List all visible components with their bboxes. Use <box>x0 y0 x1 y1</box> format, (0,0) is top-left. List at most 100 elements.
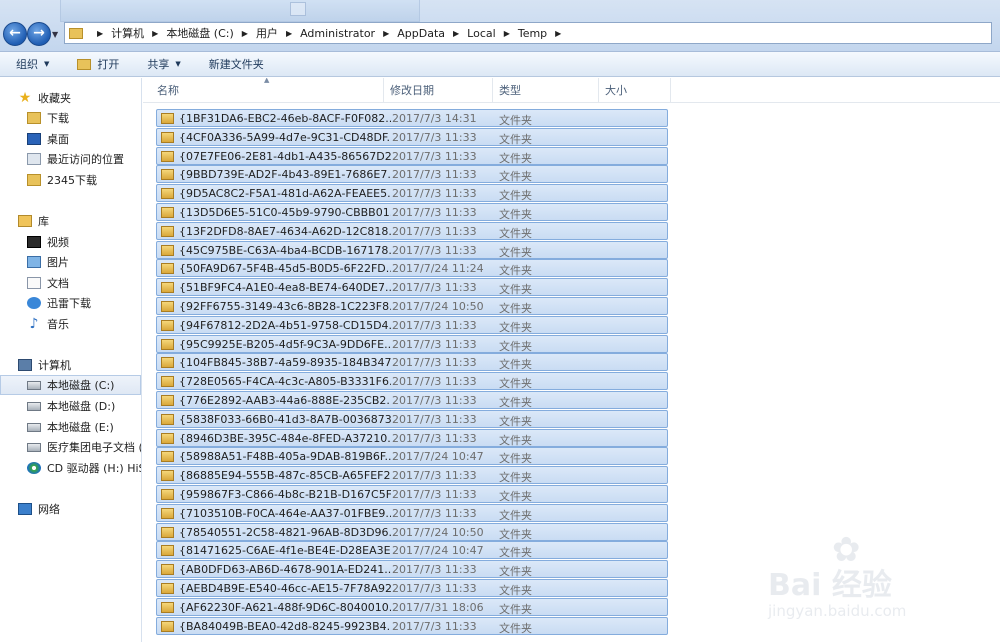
file-row[interactable]: {13D5D6E5-51C0-45b9-9790-CBBB01... 2017/7… <box>156 203 668 221</box>
thunder-icon <box>27 297 41 309</box>
file-name: {9BBD739E-AD2F-4b43-89E1-7686E7... <box>179 168 391 182</box>
folder-icon <box>161 131 174 143</box>
file-date: 2017/7/3 11:33 <box>392 243 477 257</box>
file-date: 2017/7/3 11:33 <box>392 224 477 238</box>
file-date: 2017/7/3 11:33 <box>392 469 477 483</box>
file-row[interactable]: {AEBD4B9E-E540-46cc-AE15-7F78A92... 2017/… <box>156 579 668 597</box>
breadcrumb-drive-c[interactable]: 本地磁盘 (C:) <box>166 25 233 41</box>
address-bar-region: ← → ▼ ▶ 计算机 ▶ 本地磁盘 (C:) ▶ 用户 ▶ Administr… <box>0 0 1000 52</box>
file-row[interactable]: {959867F3-C866-4b8c-B21B-D167C5F... 2017/… <box>156 485 668 503</box>
file-row[interactable]: {5838F033-66B0-41d3-8A7B-0036873... 2017/… <box>156 409 668 428</box>
file-row[interactable]: {13F2DFD8-8AE7-4634-A62D-12C818... 2017/7… <box>156 221 668 240</box>
forward-button[interactable]: → <box>27 22 51 46</box>
file-row[interactable]: {86885E94-555B-487c-85CB-A65FEF2... 2017/… <box>156 466 668 485</box>
breadcrumb-administrator[interactable]: Administrator <box>300 27 375 40</box>
chevron-right-icon[interactable]: ▶ <box>504 29 510 38</box>
file-row[interactable]: {728E0565-F4CA-4c3c-A805-B3331F6... 2017/… <box>156 372 668 391</box>
breadcrumb-computer[interactable]: 计算机 <box>111 25 144 41</box>
nav-network-drive[interactable]: 医疗集团电子文档 (I <box>27 437 141 457</box>
file-name: {959867F3-C866-4b8c-B21B-D167C5F... <box>179 488 391 501</box>
column-type[interactable]: 类型 <box>493 78 599 103</box>
library-icon <box>18 215 32 227</box>
file-row[interactable]: {94F67812-2D2A-4b51-9758-CD15D4... 2017/7… <box>156 315 668 334</box>
nav-documents[interactable]: 文档 <box>27 273 69 293</box>
breadcrumb-temp[interactable]: Temp <box>518 27 547 40</box>
file-row[interactable]: {776E2892-AAB3-44a6-888E-235CB2... 2017/7… <box>156 391 668 409</box>
nav-downloads[interactable]: 下载 <box>27 108 69 128</box>
nav-thunder-downloads[interactable]: 迅雷下载 <box>27 293 91 313</box>
chevron-right-icon[interactable]: ▶ <box>555 29 561 38</box>
file-row[interactable]: {9D5AC8C2-F5A1-481d-A62A-FEAEE5... 2017/7… <box>156 184 668 203</box>
nav-2345-downloads[interactable]: 2345下载 <box>27 170 97 190</box>
nav-music[interactable]: ♪ 音乐 <box>27 314 69 334</box>
file-row[interactable]: {4CF0A336-5A99-4d7e-9C31-CD48DF... 2017/7… <box>156 127 668 146</box>
file-row[interactable]: {58988A51-F48B-405a-9DAB-819B6F... 2017/7… <box>156 447 668 466</box>
file-row[interactable]: {104FB845-38B7-4a59-8935-184B347... 2017/… <box>156 353 668 372</box>
nav-drive-c[interactable]: 本地磁盘 (C:) <box>0 375 141 395</box>
file-date: 2017/7/31 18:06 <box>392 600 484 614</box>
open-button[interactable]: 打开 <box>61 56 131 72</box>
file-row[interactable]: {AB0DFD63-AB6D-4678-901A-ED241... 2017/7/… <box>156 560 668 579</box>
file-name: {7103510B-F0CA-464e-AA37-01FBE9... <box>179 506 391 520</box>
nav-label: 本地磁盘 (E:) <box>47 421 114 434</box>
file-date: 2017/7/24 10:47 <box>392 544 484 558</box>
chevron-down-icon: ▼ <box>175 60 181 68</box>
back-button[interactable]: ← <box>3 22 27 46</box>
chevron-right-icon[interactable]: ▶ <box>97 29 103 38</box>
file-row[interactable]: {9BBD739E-AD2F-4b43-89E1-7686E7... 2017/7… <box>156 165 668 184</box>
file-type: 文件夹 <box>499 358 532 372</box>
organize-button[interactable]: 组织 ▼ <box>0 56 61 72</box>
background-window-button <box>290 2 306 16</box>
column-date[interactable]: 修改日期 <box>384 78 493 103</box>
breadcrumb-local[interactable]: Local <box>467 27 496 40</box>
file-row[interactable]: {1BF31DA6-EBC2-46eb-8ACF-F0F082... 2017/7… <box>156 109 668 127</box>
chevron-right-icon[interactable]: ▶ <box>286 29 292 38</box>
nav-desktop[interactable]: 桌面 <box>27 129 69 149</box>
file-name: {8946D3BE-395C-484e-8FED-A37210... <box>179 431 391 445</box>
file-row[interactable]: {8946D3BE-395C-484e-8FED-A37210... 2017/7… <box>156 428 668 447</box>
nav-pictures[interactable]: 图片 <box>27 252 69 272</box>
folder-icon <box>161 301 174 312</box>
file-row[interactable]: {45C975BE-C63A-4ba4-BCDB-167178... 2017/7… <box>156 240 668 259</box>
folder-icon <box>161 263 174 275</box>
chevron-right-icon[interactable]: ▶ <box>383 29 389 38</box>
nav-videos[interactable]: 视频 <box>27 232 69 252</box>
nav-drive-d[interactable]: 本地磁盘 (D:) <box>27 396 115 416</box>
file-row[interactable]: {92FF6755-3149-43c6-8B28-1C223F8... 2017/… <box>156 297 668 315</box>
file-row[interactable]: {07E7FE06-2E81-4db1-A435-86567D2... 2017/… <box>156 146 668 165</box>
file-row[interactable]: {78540551-2C58-4821-96AB-8D3D96... 2017/7… <box>156 522 668 541</box>
chevron-right-icon[interactable]: ▶ <box>242 29 248 38</box>
file-row[interactable]: {7103510B-F0CA-464e-AA37-01FBE9... 2017/7… <box>156 503 668 522</box>
folder-icon <box>69 27 83 39</box>
column-size[interactable]: 大小 <box>599 78 671 103</box>
breadcrumb-users[interactable]: 用户 <box>256 25 278 41</box>
chevron-right-icon[interactable]: ▶ <box>152 29 158 38</box>
file-type: 文件夹 <box>499 452 532 466</box>
nav-label: 音乐 <box>47 318 69 331</box>
file-row[interactable]: {AF62230F-A621-488f-9D6C-8040010... 2017/… <box>156 597 668 616</box>
nav-recent[interactable]: 最近访问的位置 <box>27 149 124 169</box>
chevron-right-icon[interactable]: ▶ <box>453 29 459 38</box>
nav-favorites[interactable]: ★ 收藏夹 <box>18 88 71 108</box>
file-row[interactable]: {95C9925E-B205-4d5f-9C3A-9DD6FE... 2017/7… <box>156 334 668 353</box>
file-row[interactable]: {81471625-C6AE-4f1e-BE4E-D28EA3E... 2017/… <box>156 541 668 560</box>
folder-icon <box>161 526 174 538</box>
nav-cd-drive[interactable]: CD 驱动器 (H:) HiSu <box>27 458 141 478</box>
address-field[interactable]: ▶ 计算机 ▶ 本地磁盘 (C:) ▶ 用户 ▶ Administrator ▶… <box>64 22 992 44</box>
file-name: {AB0DFD63-AB6D-4678-901A-ED241... <box>179 563 391 577</box>
file-row[interactable]: {BA84049B-BEA0-42d8-8245-9923B4... 2017/7… <box>156 616 668 635</box>
nav-libraries[interactable]: 库 <box>18 211 49 231</box>
file-type: 文件夹 <box>499 414 532 428</box>
share-button[interactable]: 共享 ▼ <box>131 56 192 72</box>
nav-label: 本地磁盘 (C:) <box>47 379 115 392</box>
new-folder-button[interactable]: 新建文件夹 <box>193 56 276 72</box>
watermark-url: jingyan.baidu.com <box>768 602 907 620</box>
file-type: 文件夹 <box>499 170 532 184</box>
nav-drive-e[interactable]: 本地磁盘 (E:) <box>27 417 114 437</box>
nav-computer[interactable]: 计算机 <box>18 355 71 375</box>
file-row[interactable]: {51BF9FC4-A1E0-4ea8-BE74-640DE7... 2017/7… <box>156 278 668 297</box>
breadcrumb-appdata[interactable]: AppData <box>397 27 445 40</box>
recent-pages-dropdown[interactable]: ▼ <box>52 30 58 39</box>
nav-network[interactable]: 网络 <box>18 499 60 519</box>
file-row[interactable]: {50FA9D67-5F4B-45d5-B0D5-6F22FD... 2017/7… <box>156 259 668 278</box>
